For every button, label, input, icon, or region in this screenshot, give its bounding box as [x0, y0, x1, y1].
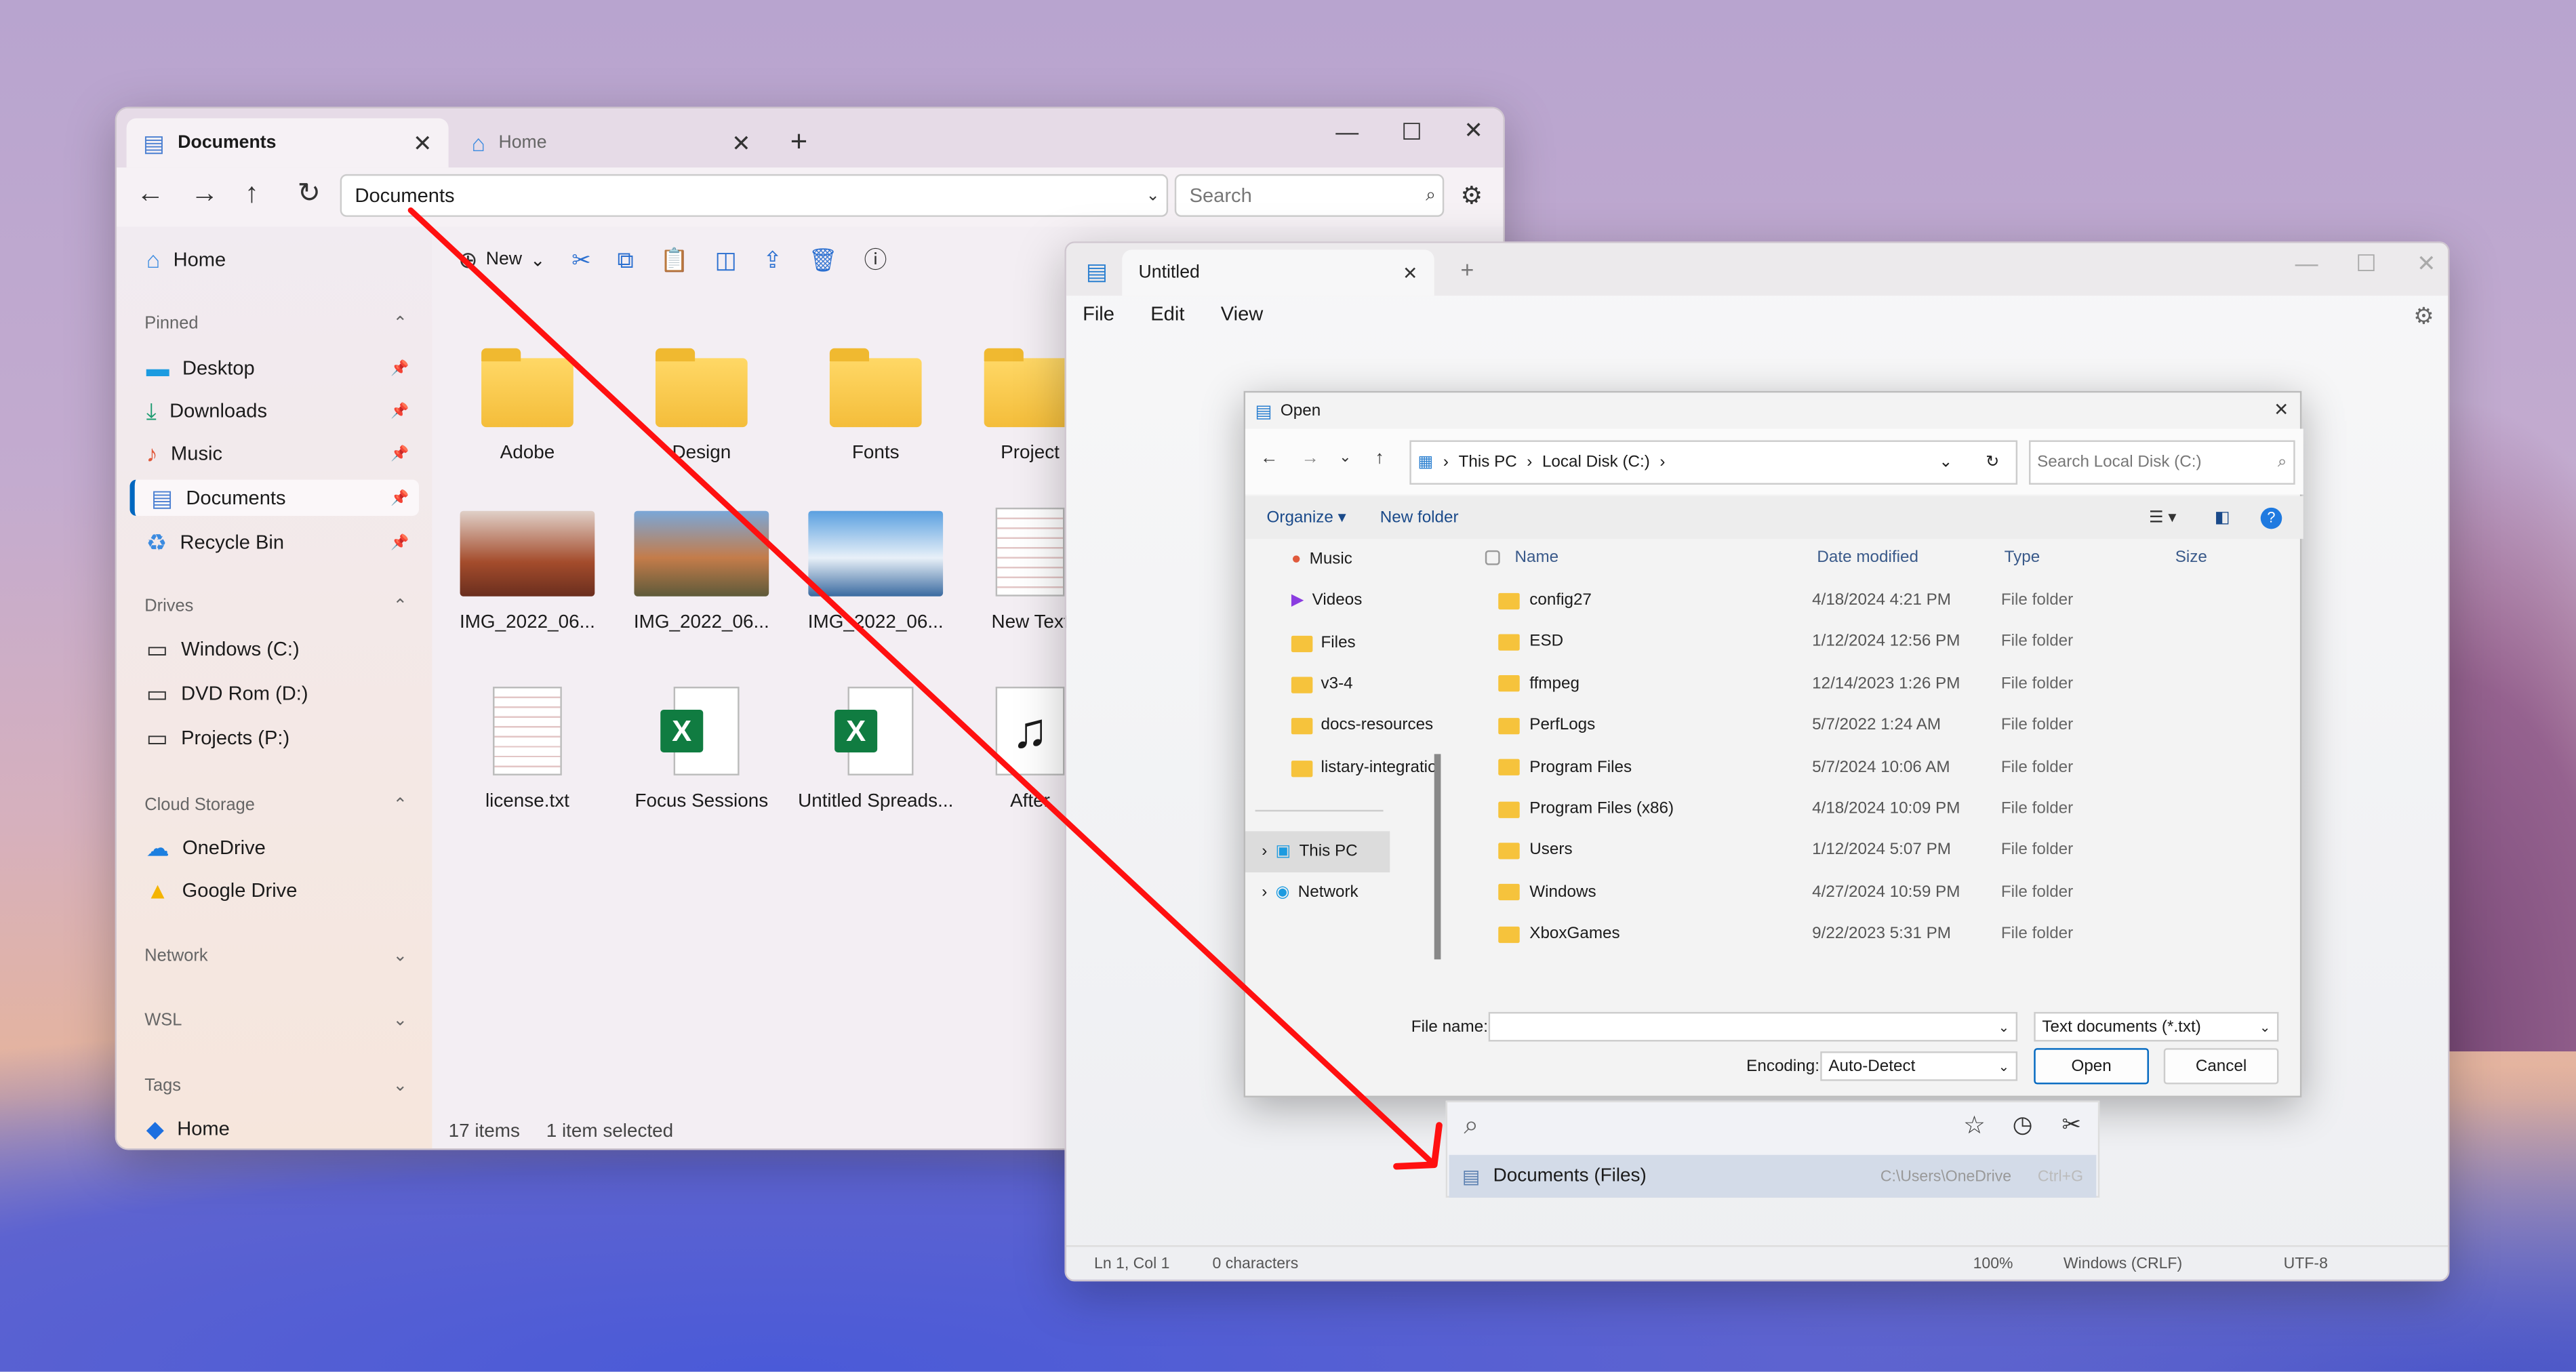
annotation-arrow [407, 207, 1443, 1170]
arrow-line [407, 207, 1436, 1167]
